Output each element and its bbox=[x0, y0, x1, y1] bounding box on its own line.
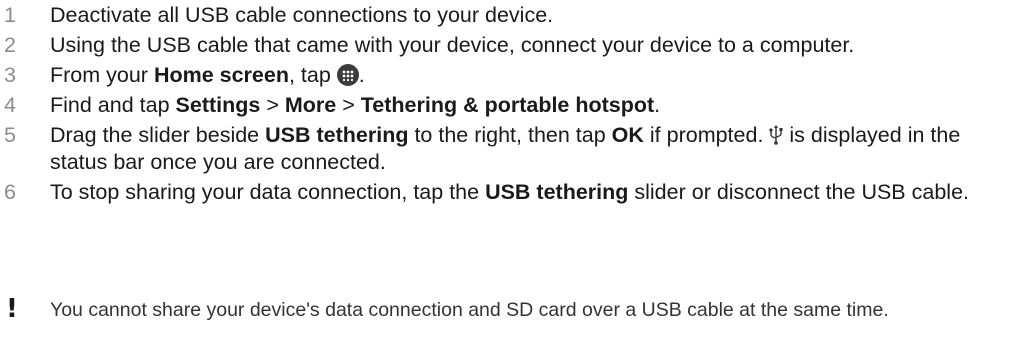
step-text-post: slider or disconnect the USB cable. bbox=[628, 180, 969, 204]
more-label: More bbox=[284, 93, 337, 117]
settings-label: Settings bbox=[175, 93, 261, 117]
step-number: 3 bbox=[4, 63, 16, 87]
usb-icon bbox=[769, 125, 783, 145]
warning-icon: ! bbox=[6, 294, 18, 324]
apps-icon bbox=[336, 64, 359, 86]
step-4: 4 Find and tap Settings > More > Tetheri… bbox=[0, 92, 1036, 119]
step-number: 6 bbox=[4, 180, 16, 204]
warning-text: You cannot share your device's data conn… bbox=[50, 299, 889, 321]
path-separator: > bbox=[260, 93, 285, 117]
step-text-pre: To stop sharing your data connection, ta… bbox=[50, 180, 486, 204]
usb-tethering-label: USB tethering bbox=[265, 123, 409, 147]
step-6: 6 To stop sharing your data connection, … bbox=[0, 179, 1036, 206]
step-number: 4 bbox=[4, 93, 16, 117]
step-number: 2 bbox=[4, 33, 16, 57]
step-text-post: if prompted. bbox=[643, 123, 770, 147]
usb-tethering-label: USB tethering bbox=[485, 180, 629, 204]
step-text-end: . bbox=[358, 63, 365, 87]
tethering-hotspot-label: Tethering & portable hotspot bbox=[360, 93, 655, 117]
step-5: 5 Drag the slider beside USB tethering t… bbox=[0, 122, 1036, 176]
step-text-pre: Find and tap bbox=[50, 93, 176, 117]
step-text-end: . bbox=[654, 93, 661, 117]
step-text: Deactivate all USB cable connections to … bbox=[50, 3, 554, 27]
step-text: Using the USB cable that came with your … bbox=[50, 33, 855, 57]
step-2: 2 Using the USB cable that came with you… bbox=[0, 32, 1036, 59]
steps-list: 1 Deactivate all USB cable connections t… bbox=[0, 0, 1036, 206]
step-text-mid: to the right, then tap bbox=[408, 123, 612, 147]
ok-label: OK bbox=[611, 123, 644, 147]
step-text-pre: Drag the slider beside bbox=[50, 123, 266, 147]
step-text-post: , tap bbox=[288, 63, 337, 87]
step-number: 1 bbox=[4, 3, 16, 27]
step-3: 3 From your Home screen, tap . bbox=[0, 62, 1036, 89]
step-text-pre: From your bbox=[50, 63, 154, 87]
step-number: 5 bbox=[4, 123, 16, 147]
home-screen-label: Home screen bbox=[153, 63, 289, 87]
path-separator: > bbox=[336, 93, 361, 117]
step-1: 1 Deactivate all USB cable connections t… bbox=[0, 2, 1036, 29]
